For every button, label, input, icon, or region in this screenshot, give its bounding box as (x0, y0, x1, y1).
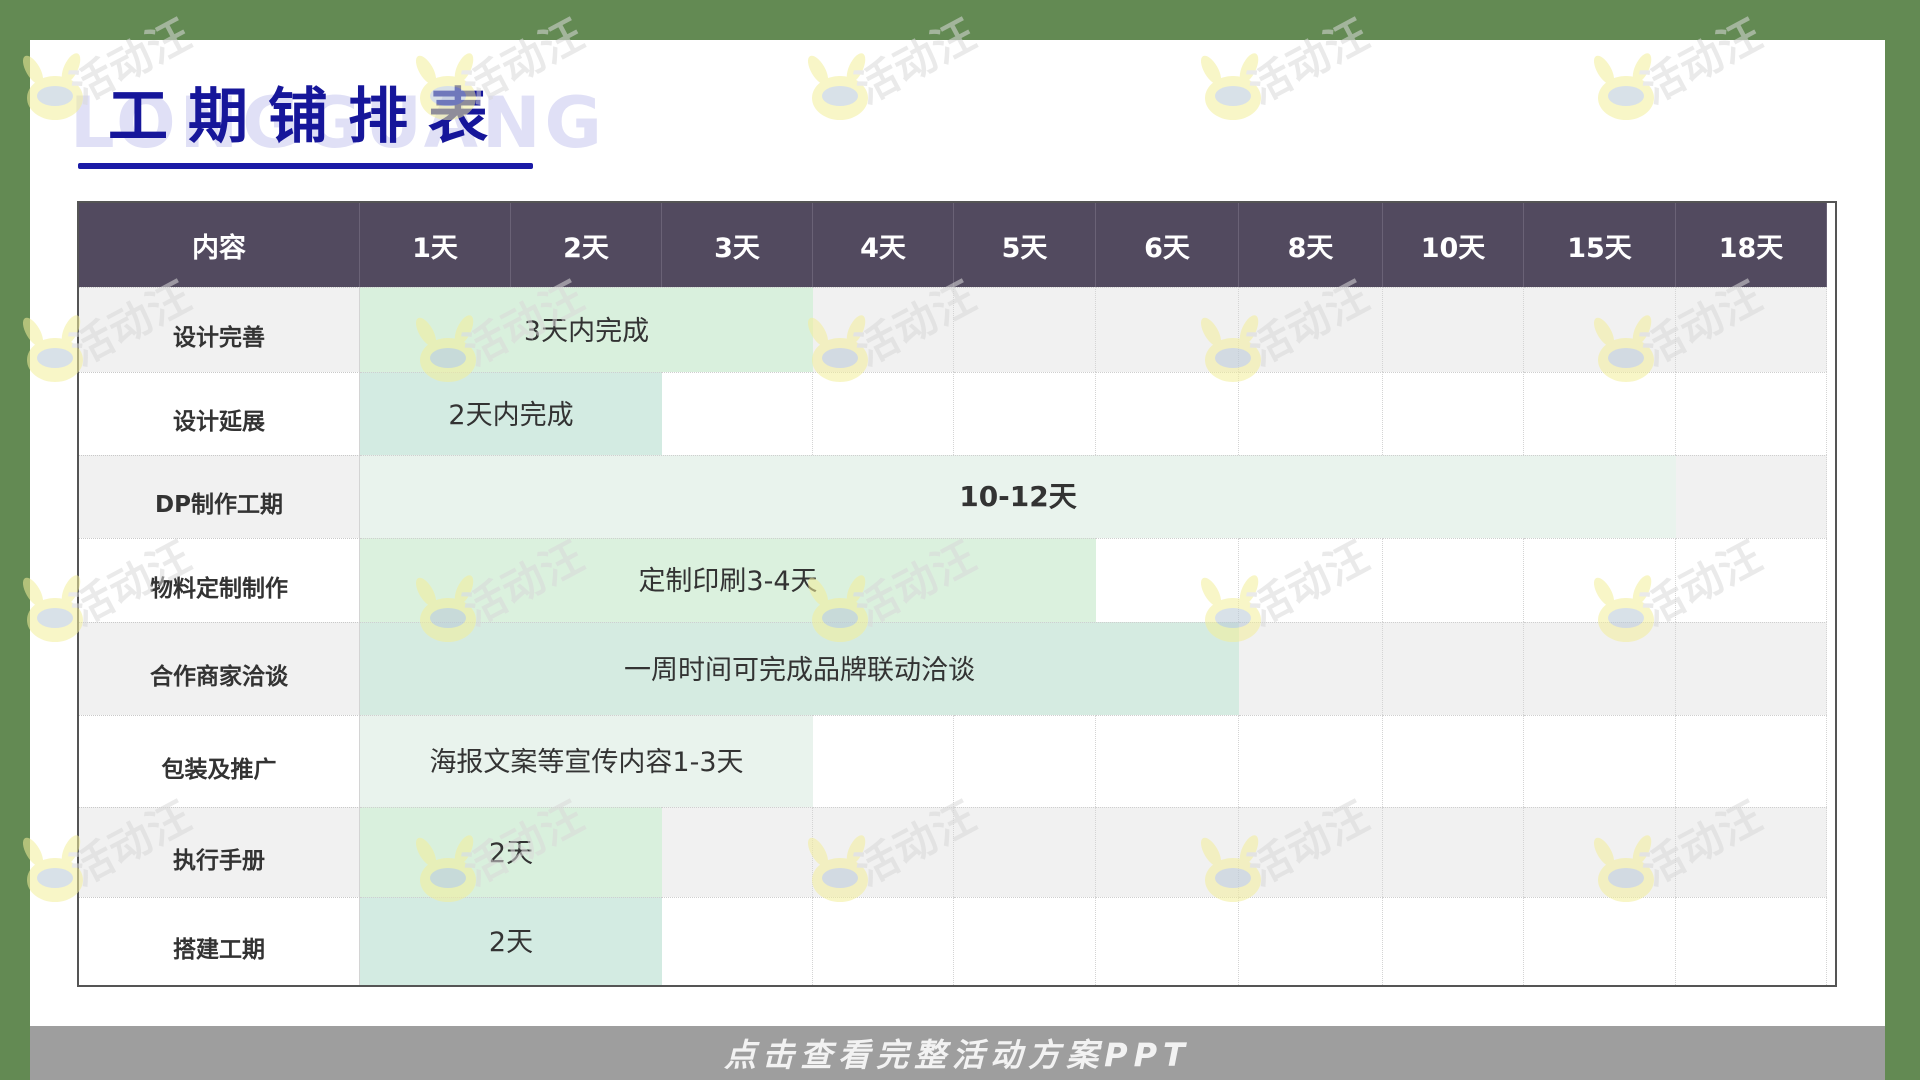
empty-cell (1239, 897, 1383, 985)
row-label: 包装及推广 (79, 715, 360, 807)
duration-bar: 定制印刷3-4天 (360, 538, 1096, 622)
schedule-table: 内容 1天 2天 3天 4天 5天 6天 8天 10天 15天 18天 设计完善 3天内完成 设计延展 2天… (77, 201, 1837, 987)
empty-cell (813, 715, 954, 807)
empty-cell (1524, 807, 1676, 897)
empty-cell (1096, 715, 1239, 807)
duration-bar: 2天 (360, 897, 662, 985)
empty-cell (1096, 538, 1239, 622)
header-cell-day: 2天 (511, 203, 662, 287)
row-label: DP制作工期 (79, 455, 360, 538)
empty-cell (1096, 372, 1239, 455)
empty-cell (1676, 897, 1827, 985)
row-label: 合作商家洽谈 (79, 622, 360, 715)
row-label: 搭建工期 (79, 897, 360, 985)
empty-cell (813, 807, 954, 897)
row-label: 物料定制制作 (79, 538, 360, 622)
empty-cell (954, 287, 1096, 372)
empty-cell (1096, 287, 1239, 372)
empty-cell (954, 807, 1096, 897)
header-cell-day: 10天 (1383, 203, 1524, 287)
duration-bar: 10-12天 (360, 455, 1676, 538)
empty-cell (1676, 622, 1827, 715)
empty-cell (1524, 897, 1676, 985)
empty-cell (1096, 897, 1239, 985)
empty-cell (813, 897, 954, 985)
header-cell-day: 1天 (360, 203, 511, 287)
header-cell-day: 8天 (1239, 203, 1383, 287)
duration-bar: 一周时间可完成品牌联动洽谈 (360, 622, 1239, 715)
header-cell-day: 18天 (1676, 203, 1827, 287)
title-block: LONGGUANG 工期铺排表 (70, 60, 602, 180)
duration-bar: 2天内完成 (360, 372, 662, 455)
empty-cell (1383, 897, 1524, 985)
empty-cell (1383, 538, 1524, 622)
footer-link-text[interactable]: 点击查看完整活动方案PPT (724, 1030, 1191, 1076)
empty-cell (1524, 715, 1676, 807)
duration-bar: 3天内完成 (360, 287, 813, 372)
duration-bar: 2天 (360, 807, 662, 897)
empty-cell (1524, 622, 1676, 715)
header-cell-day: 15天 (1524, 203, 1676, 287)
empty-cell (1096, 807, 1239, 897)
header-cell-content: 内容 (79, 203, 360, 287)
empty-cell (1676, 372, 1827, 455)
empty-cell (954, 715, 1096, 807)
empty-cell (1676, 715, 1827, 807)
empty-cell (813, 372, 954, 455)
footer-banner[interactable]: 点击查看完整活动方案PPT (30, 1026, 1885, 1080)
empty-cell (1239, 715, 1383, 807)
empty-cell (1383, 372, 1524, 455)
empty-cell (662, 897, 813, 985)
header-cell-day: 5天 (954, 203, 1096, 287)
empty-cell (813, 287, 954, 372)
header-cell-day: 3天 (662, 203, 813, 287)
empty-cell (1239, 372, 1383, 455)
empty-cell (662, 372, 813, 455)
empty-cell (1676, 287, 1827, 372)
empty-cell (1239, 538, 1383, 622)
duration-bar: 海报文案等宣传内容1-3天 (360, 715, 813, 807)
empty-cell (1383, 622, 1524, 715)
empty-cell (1676, 538, 1827, 622)
empty-cell (1676, 807, 1827, 897)
empty-cell (1383, 287, 1524, 372)
row-label: 执行手册 (79, 807, 360, 897)
row-label: 设计完善 (79, 287, 360, 372)
page-title: 工期铺排表 (108, 82, 508, 152)
empty-cell (1524, 287, 1676, 372)
empty-cell (1239, 287, 1383, 372)
title-underline (78, 163, 533, 169)
header-cell-day: 6天 (1096, 203, 1239, 287)
header-cell-day: 4天 (813, 203, 954, 287)
empty-cell (662, 807, 813, 897)
empty-cell (1524, 372, 1676, 455)
empty-cell (1383, 807, 1524, 897)
empty-cell (1676, 455, 1827, 538)
empty-cell (1383, 715, 1524, 807)
empty-cell (1524, 538, 1676, 622)
empty-cell (954, 372, 1096, 455)
empty-cell (954, 897, 1096, 985)
empty-cell (1239, 807, 1383, 897)
row-label: 设计延展 (79, 372, 360, 455)
empty-cell (1239, 622, 1383, 715)
